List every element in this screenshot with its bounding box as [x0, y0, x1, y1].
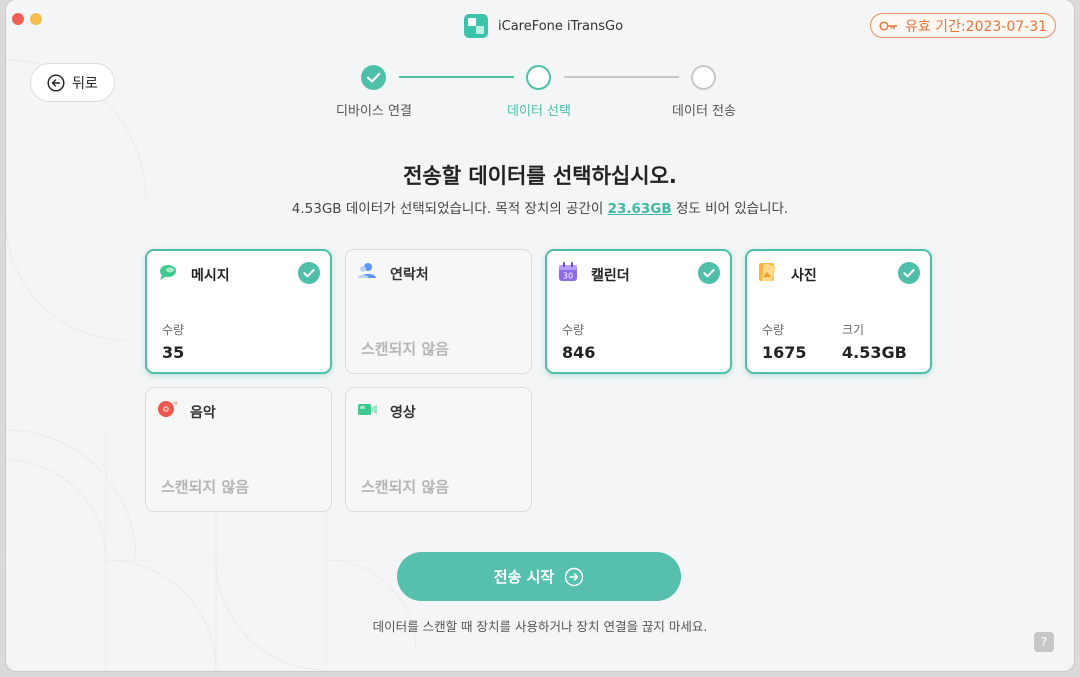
scan-status: 스캔되지 않음	[361, 340, 450, 358]
card-title: 캘린더	[591, 268, 630, 284]
photos-icon	[759, 263, 776, 281]
size-stat: 크기 4.53GB	[842, 321, 907, 362]
contacts-icon	[357, 263, 376, 278]
step-2-label: 데이터 선택	[507, 104, 571, 119]
data-card-photos[interactable]: 사진 수량 1675 크기 4.53GB	[745, 249, 932, 374]
calendar-icon-number: 30	[563, 272, 573, 281]
page-title: 전송할 데이터를 선택하십시오.	[403, 164, 677, 188]
count-stat: 수량 35	[162, 321, 184, 362]
step-connector-1	[399, 76, 514, 78]
card-title: 연락처	[390, 267, 429, 283]
step-3-label: 데이터 전송	[672, 104, 736, 119]
count-stat: 수량 1675	[762, 321, 807, 362]
step-connector-2	[564, 76, 679, 78]
data-card-calendar[interactable]: 30 캘린더 수량 846	[545, 249, 732, 374]
size-label: 크기	[842, 323, 865, 337]
free-space-value: 23.63GB	[607, 201, 672, 217]
card-title: 음악	[190, 405, 216, 421]
progress-stepper: 디바이스 연결 데이터 선택 데이터 전송	[6, 0, 1074, 130]
scan-status: 스캔되지 않음	[361, 478, 450, 496]
calendar-icon: 30	[559, 262, 577, 281]
music-icon	[158, 401, 177, 417]
checked-icon[interactable]	[698, 262, 720, 284]
storage-summary-suffix: 정도 비어 있습니다.	[671, 201, 789, 217]
help-button[interactable]: ?	[1034, 632, 1054, 652]
arrow-right-circle-icon	[564, 567, 584, 586]
storage-summary: 4.53GB 데이터가 선택되었습니다. 목적 장치의 공간이 23.63GB …	[6, 197, 1074, 217]
size-value: 4.53GB	[842, 343, 907, 362]
count-value: 1675	[762, 343, 807, 362]
step-3-indicator	[691, 65, 716, 90]
data-card-contacts[interactable]: 연락처 스캔되지 않음	[345, 249, 532, 374]
scan-status: 스캔되지 않음	[161, 478, 250, 496]
data-card-music[interactable]: 음악 스캔되지 않음	[145, 387, 332, 512]
count-label: 수량	[162, 323, 185, 337]
checked-icon[interactable]	[898, 262, 920, 284]
step-2-indicator	[526, 65, 551, 90]
count-stat: 수량 846	[562, 321, 595, 362]
count-label: 수량	[562, 323, 585, 337]
data-card-messages[interactable]: 메시지 수량 35	[145, 249, 332, 374]
data-card-video[interactable]: 영상 스캔되지 않음	[345, 387, 532, 512]
count-label: 수량	[762, 323, 785, 337]
card-title: 사진	[791, 268, 817, 284]
checked-icon[interactable]	[298, 262, 320, 284]
card-title: 메시지	[191, 268, 230, 284]
storage-summary-prefix: 4.53GB 데이터가 선택되었습니다. 목적 장치의 공간이	[291, 201, 608, 217]
step-1-label: 디바이스 연결	[336, 104, 412, 119]
start-transfer-label: 전송 시작	[493, 568, 555, 586]
start-transfer-button[interactable]: 전송 시작	[397, 552, 681, 601]
video-icon	[358, 404, 377, 415]
app-window: iCareFone iTransGo 유효 기간:2023-07-31 뒤로 디…	[6, 0, 1074, 671]
warning-note: 데이터를 스캔할 때 장치를 사용하거나 장치 연결을 끊지 마세요.	[372, 619, 708, 634]
message-icon	[160, 265, 176, 280]
count-value: 846	[562, 343, 596, 362]
count-value: 35	[162, 343, 185, 362]
card-title: 영상	[390, 405, 416, 421]
step-1-check-icon	[361, 65, 386, 90]
